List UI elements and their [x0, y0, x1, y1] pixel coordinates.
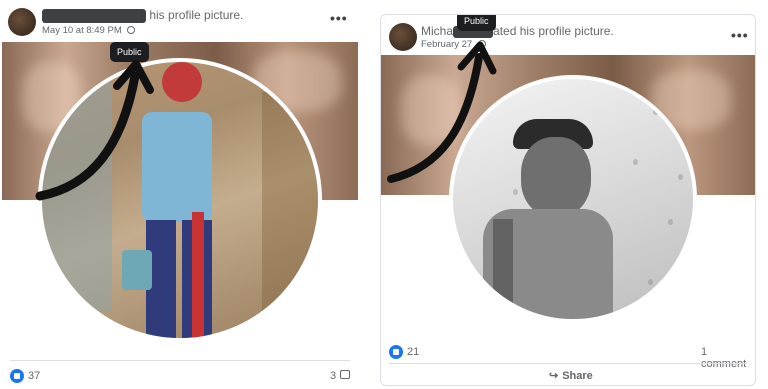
screenshot-stage: his profile picture. May 10 at 8:49 PM •…: [0, 0, 768, 389]
author-line: his profile picture.: [42, 8, 243, 23]
post-card-left: his profile picture. May 10 at 8:49 PM •…: [2, 0, 358, 389]
more-options-button[interactable]: •••: [330, 10, 348, 26]
redacted-name[interactable]: [42, 8, 146, 23]
profile-picture[interactable]: [449, 75, 697, 323]
post-action-text: his profile picture.: [149, 8, 244, 22]
share-icon: ↪: [549, 370, 559, 382]
like-count[interactable]: 37: [28, 370, 40, 382]
like-reaction-icon[interactable]: [10, 369, 24, 383]
author-avatar[interactable]: [8, 8, 36, 36]
share-label: Share: [562, 370, 593, 382]
post-date[interactable]: May 10 at 8:49 PM: [42, 25, 122, 36]
comment-count[interactable]: 3: [330, 370, 336, 382]
visibility-tooltip: Public: [457, 15, 496, 31]
share-button[interactable]: ↪ Share: [549, 369, 593, 382]
post-divider: [389, 363, 747, 364]
comment-icon[interactable]: [340, 370, 350, 379]
more-options-button[interactable]: •••: [731, 27, 749, 43]
author-avatar[interactable]: [389, 23, 417, 51]
post-divider: [10, 360, 350, 361]
post-meta: February 27: [421, 39, 486, 50]
post-header: his profile picture. May 10 at 8:49 PM •…: [2, 0, 358, 40]
author-line: Micha ated his profile picture.: [421, 24, 614, 38]
reactions-row: 37 3: [2, 366, 358, 389]
post-date[interactable]: February 27: [421, 39, 472, 50]
post-action-text: ated his profile picture.: [493, 24, 614, 38]
globe-icon[interactable]: [477, 40, 486, 49]
visibility-tooltip: Public: [110, 42, 149, 62]
post-meta: May 10 at 8:49 PM: [42, 25, 136, 36]
author-name-partial[interactable]: Micha: [421, 24, 453, 38]
like-count[interactable]: 21: [407, 346, 419, 358]
post-card-right: Micha ated his profile picture. February …: [380, 14, 756, 386]
like-reaction-icon[interactable]: [389, 345, 403, 359]
comment-count[interactable]: 1 comment: [701, 346, 755, 370]
profile-picture[interactable]: [38, 58, 322, 342]
globe-icon[interactable]: [127, 26, 136, 35]
post-header: Micha ated his profile picture. February …: [381, 15, 755, 55]
